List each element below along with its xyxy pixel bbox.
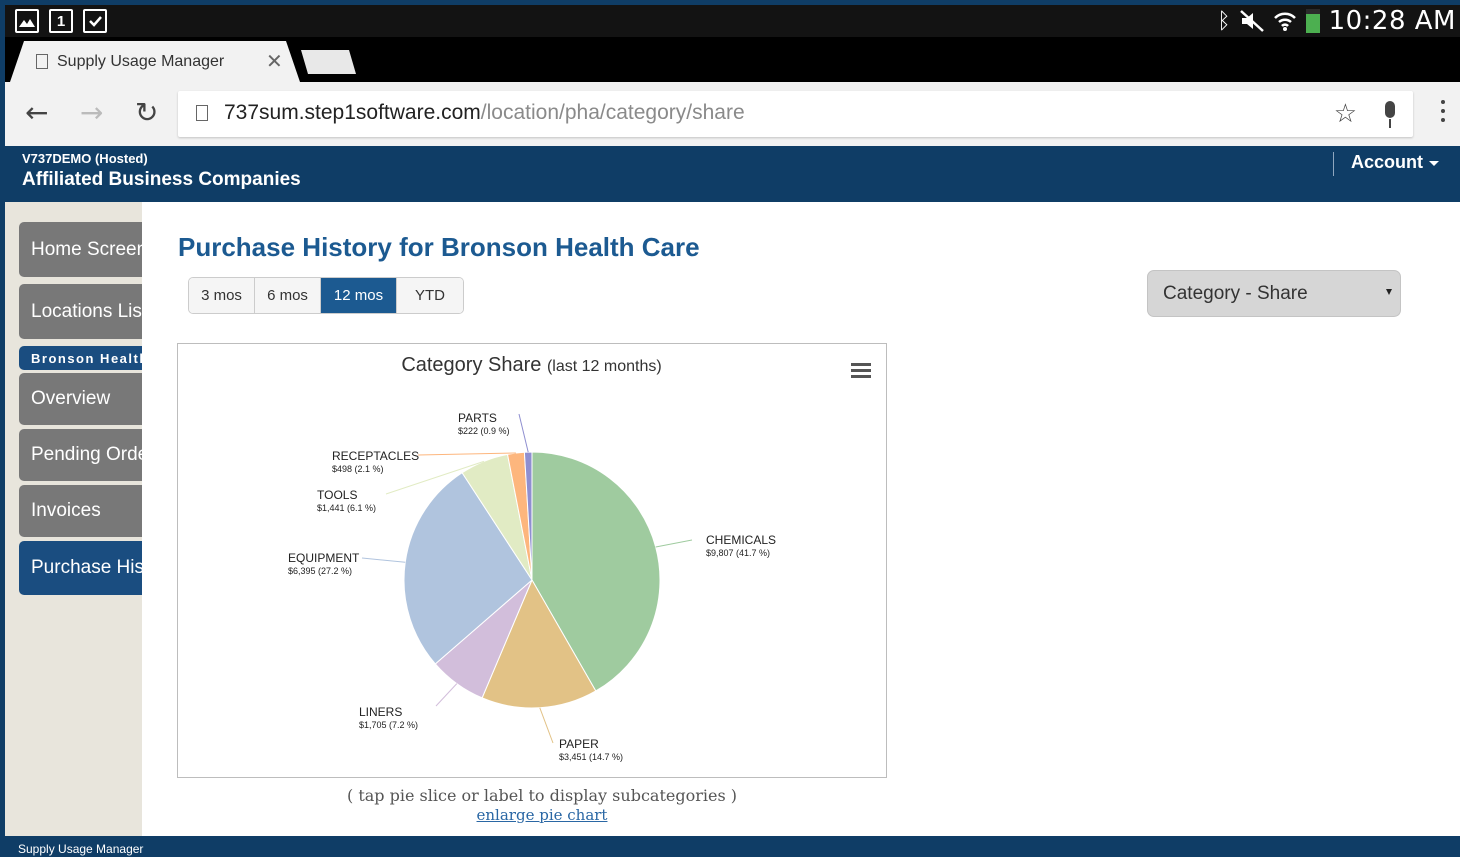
connector-liners — [435, 683, 458, 707]
label-equipment[interactable]: EQUIPMENT — [288, 551, 360, 565]
reload-icon[interactable]: ↻ — [135, 96, 158, 129]
value-label-paper[interactable]: $3,451 (14.7 %) — [559, 752, 623, 762]
clipboard-check-icon — [83, 9, 107, 33]
range-12-mos-button[interactable]: 12 mos — [321, 278, 397, 313]
wifi-icon — [1273, 12, 1296, 31]
value-label-equipment[interactable]: $6,395 (27.2 %) — [288, 566, 352, 576]
close-tab-icon[interactable]: ✕ — [266, 49, 283, 74]
account-menu[interactable]: Account — [1333, 152, 1439, 176]
range-ytd-button[interactable]: YTD — [397, 278, 463, 313]
sidebar: Home Screen Locations List Bronson Healt… — [5, 202, 142, 836]
view-select[interactable]: Category - Share — [1147, 270, 1401, 317]
nav-purchase-history[interactable]: Purchase History — [19, 541, 142, 595]
bluetooth-icon: ᛒ — [1217, 8, 1231, 34]
clock: 10:28 AM — [1328, 6, 1456, 36]
account-label: Account — [1351, 152, 1423, 172]
calendar-icon: 1 — [49, 9, 73, 33]
url-host: 737sum.step1software.com — [224, 101, 481, 124]
pie-chart: Category Share (last 12 months) CHEMICAL… — [177, 343, 887, 778]
footer: Supply Usage Manager — [5, 836, 1460, 857]
nav-home-screen[interactable]: Home Screen — [19, 222, 142, 277]
new-tab-button[interactable] — [301, 50, 356, 74]
mute-icon — [1239, 10, 1264, 32]
nav-locations-list[interactable]: Locations List — [19, 284, 142, 339]
location-label: Bronson Health Care — [19, 346, 142, 370]
label-parts[interactable]: PARTS — [458, 411, 497, 425]
label-paper[interactable]: PAPER — [559, 737, 599, 751]
chevron-down-icon — [1429, 160, 1439, 166]
status-bar: 1 ᛒ 10:28 AM — [5, 5, 1460, 37]
url-text[interactable]: 737sum.step1software.com/location/pha/ca… — [224, 101, 745, 125]
battery-icon — [1305, 9, 1320, 33]
nav-invoices[interactable]: Invoices — [19, 485, 142, 537]
value-label-chemicals[interactable]: $9,807 (41.7 %) — [706, 548, 770, 558]
chart-hint: ( tap pie slice or label to display subc… — [347, 786, 737, 805]
connector-chemicals — [655, 539, 693, 548]
nav-overview[interactable]: Overview — [19, 373, 142, 425]
tab-strip: Supply Usage Manager ✕ — [5, 37, 1460, 82]
range-button-group: 3 mos 6 mos 12 mos YTD — [188, 277, 464, 314]
more-menu-icon[interactable] — [1441, 100, 1445, 124]
main-content: Purchase History for Bronson Health Care… — [142, 202, 1460, 836]
connector-paper — [539, 707, 554, 744]
tab-title: Supply Usage Manager — [57, 53, 225, 70]
bookmark-star-icon[interactable]: ☆ — [1334, 98, 1357, 129]
company-name: Affiliated Business Companies — [22, 169, 301, 190]
connector-parts — [518, 413, 529, 453]
url-path: /location/pha/category/share — [480, 101, 745, 124]
chevron-down-icon — [1386, 289, 1392, 295]
enlarge-pie-chart-link[interactable]: enlarge pie chart — [142, 806, 942, 824]
connector-receptacles — [417, 452, 516, 456]
app-header: V737DEMO (Hosted) Affiliated Business Co… — [5, 146, 1460, 202]
value-label-parts[interactable]: $222 (0.9 %) — [458, 426, 510, 436]
label-receptacles[interactable]: RECEPTACLES — [332, 449, 419, 463]
back-icon[interactable]: ← — [25, 96, 48, 129]
calendar-day: 1 — [56, 12, 66, 30]
label-chemicals[interactable]: CHEMICALS — [706, 533, 776, 547]
forward-icon[interactable]: → — [80, 96, 103, 129]
gallery-icon — [15, 9, 39, 33]
page-icon — [36, 54, 48, 69]
view-select-value: Category - Share — [1163, 282, 1308, 304]
browser-tab[interactable]: Supply Usage Manager ✕ — [10, 41, 300, 82]
browser-toolbar: ← → ↻ 737sum.step1software.com/location/… — [5, 82, 1460, 146]
value-label-tools[interactable]: $1,441 (6.1 %) — [317, 503, 376, 513]
site-subtitle: V737DEMO (Hosted) — [22, 151, 148, 166]
range-3-mos-button[interactable]: 3 mos — [189, 278, 255, 313]
microphone-icon[interactable] — [1379, 100, 1401, 130]
label-tools[interactable]: TOOLS — [317, 488, 357, 502]
enlarge-link-text: enlarge pie chart — [476, 806, 608, 824]
label-liners[interactable]: LINERS — [359, 705, 402, 719]
connector-equipment — [361, 557, 406, 563]
value-label-receptacles[interactable]: $498 (2.1 %) — [332, 464, 384, 474]
range-6-mos-button[interactable]: 6 mos — [255, 278, 321, 313]
nav-pending-orders[interactable]: Pending Orders — [19, 429, 142, 481]
address-bar[interactable]: 737sum.step1software.com/location/pha/ca… — [178, 91, 1413, 137]
page-title: Purchase History for Bronson Health Care — [178, 232, 700, 262]
page-info-icon[interactable] — [196, 105, 208, 121]
pie-svg: CHEMICALS$9,807 (41.7 %) PAPER$3,451 (14.… — [288, 411, 776, 762]
value-label-liners[interactable]: $1,705 (7.2 %) — [359, 720, 418, 730]
